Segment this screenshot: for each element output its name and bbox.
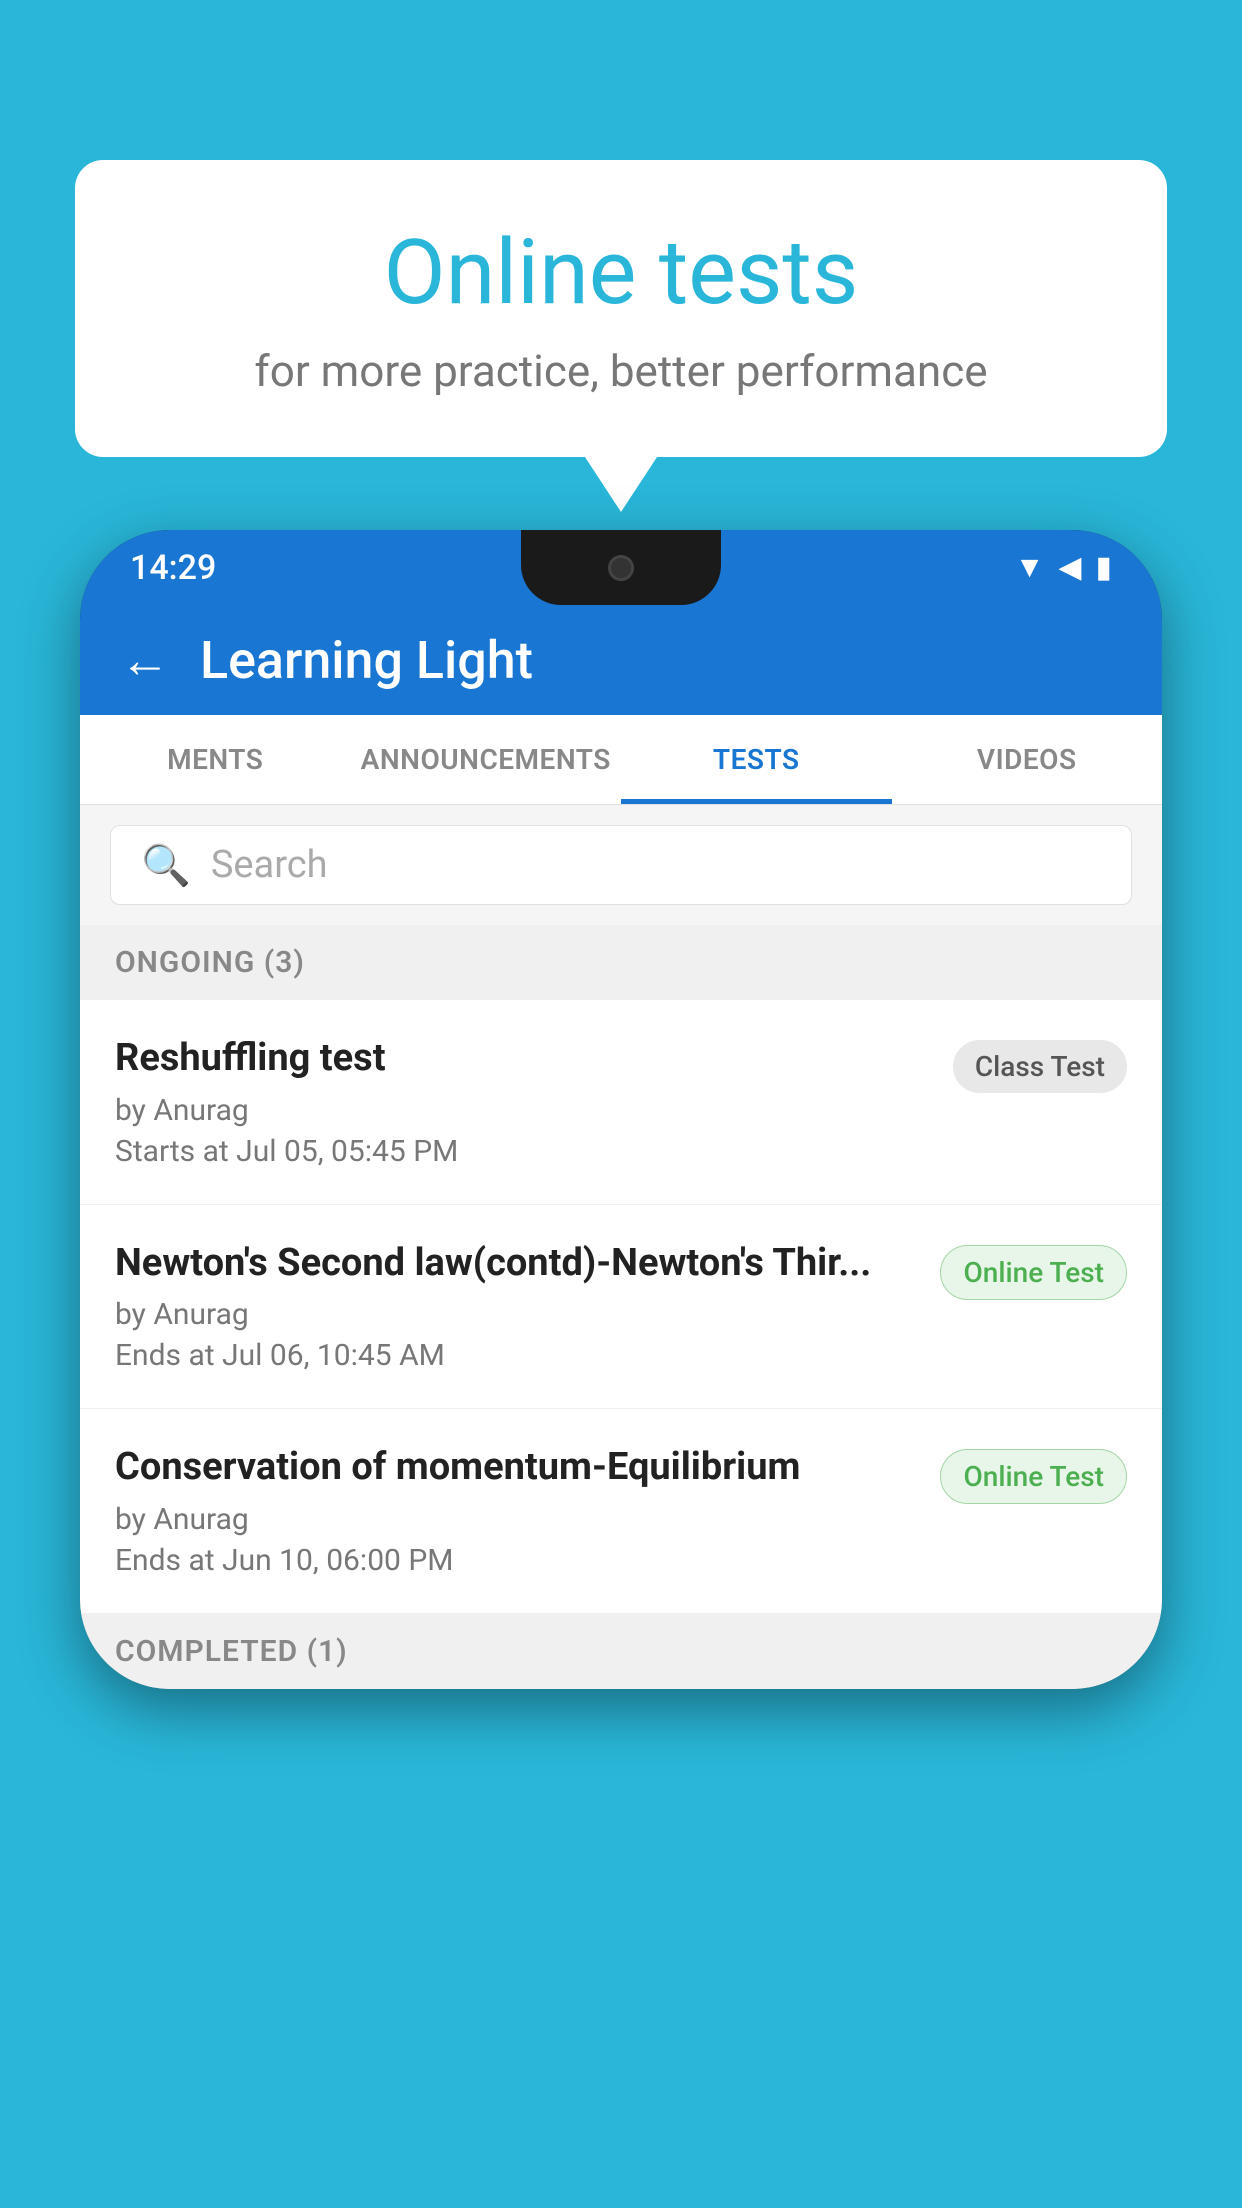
status-time: 14:29 bbox=[130, 548, 216, 588]
test-info: Reshuffling test by Anurag Starts at Jul… bbox=[115, 1035, 933, 1169]
test-badge-online: Online Test bbox=[940, 1245, 1127, 1300]
test-item[interactable]: Conservation of momentum-Equilibrium by … bbox=[80, 1409, 1162, 1614]
signal-icon: ◀ bbox=[1058, 550, 1081, 585]
test-badge-class: Class Test bbox=[953, 1040, 1127, 1093]
status-icons: ▼ ◀ ▮ bbox=[1015, 550, 1112, 585]
tabs-bar: MENTS ANNOUNCEMENTS TESTS VIDEOS bbox=[80, 715, 1162, 805]
wifi-icon: ▼ bbox=[1015, 550, 1045, 585]
search-icon: 🔍 bbox=[141, 842, 191, 889]
app-title: Learning Light bbox=[200, 630, 533, 691]
tab-tests[interactable]: TESTS bbox=[621, 715, 892, 804]
test-time: Starts at Jul 05, 05:45 PM bbox=[115, 1134, 933, 1169]
test-badge-online-2: Online Test bbox=[940, 1449, 1127, 1504]
phone-frame: 14:29 ▼ ◀ ▮ ← Learning Light MENTS ANNOU… bbox=[80, 530, 1162, 1689]
test-name: Conservation of momentum-Equilibrium bbox=[115, 1444, 920, 1492]
app-bar: ← Learning Light bbox=[80, 605, 1162, 715]
search-placeholder: Search bbox=[211, 843, 328, 887]
camera bbox=[608, 555, 634, 581]
tab-announcements[interactable]: ANNOUNCEMENTS bbox=[351, 715, 622, 804]
search-box[interactable]: 🔍 Search bbox=[110, 825, 1132, 905]
status-bar: 14:29 ▼ ◀ ▮ bbox=[80, 530, 1162, 605]
test-time: Ends at Jun 10, 06:00 PM bbox=[115, 1543, 920, 1578]
battery-icon: ▮ bbox=[1095, 550, 1112, 585]
test-item[interactable]: Reshuffling test by Anurag Starts at Jul… bbox=[80, 1000, 1162, 1205]
test-time: Ends at Jul 06, 10:45 AM bbox=[115, 1338, 920, 1373]
notch bbox=[521, 530, 721, 605]
bubble-subtitle: for more practice, better performance bbox=[145, 345, 1097, 397]
completed-section-header: COMPLETED (1) bbox=[80, 1614, 1162, 1689]
test-by: by Anurag bbox=[115, 1297, 920, 1332]
tab-videos[interactable]: VIDEOS bbox=[892, 715, 1163, 804]
test-info: Newton's Second law(contd)-Newton's Thir… bbox=[115, 1240, 920, 1374]
test-name: Reshuffling test bbox=[115, 1035, 933, 1083]
speech-bubble: Online tests for more practice, better p… bbox=[75, 160, 1167, 457]
phone-content: 🔍 Search ONGOING (3) Reshuffling test by… bbox=[80, 805, 1162, 1689]
ongoing-section-header: ONGOING (3) bbox=[80, 925, 1162, 1000]
test-item[interactable]: Newton's Second law(contd)-Newton's Thir… bbox=[80, 1205, 1162, 1410]
bubble-title: Online tests bbox=[145, 220, 1097, 325]
test-by: by Anurag bbox=[115, 1093, 933, 1128]
phone-wrapper: 14:29 ▼ ◀ ▮ ← Learning Light MENTS ANNOU… bbox=[80, 530, 1162, 2208]
test-info: Conservation of momentum-Equilibrium by … bbox=[115, 1444, 920, 1578]
test-by: by Anurag bbox=[115, 1502, 920, 1537]
tab-ments[interactable]: MENTS bbox=[80, 715, 351, 804]
back-button[interactable]: ← bbox=[120, 631, 170, 690]
search-container: 🔍 Search bbox=[80, 805, 1162, 925]
test-name: Newton's Second law(contd)-Newton's Thir… bbox=[115, 1240, 920, 1288]
test-list: Reshuffling test by Anurag Starts at Jul… bbox=[80, 1000, 1162, 1614]
